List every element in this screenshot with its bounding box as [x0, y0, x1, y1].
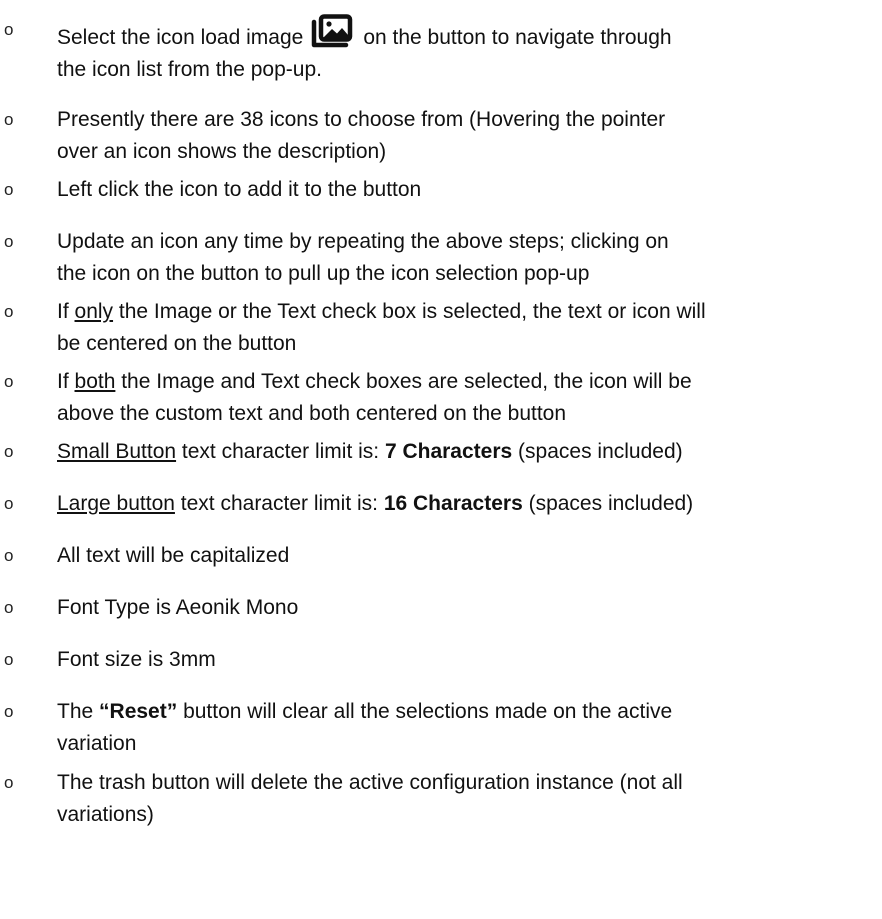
item-text-part: If	[57, 370, 75, 393]
item-text: Large button text character limit is: 16…	[57, 488, 877, 520]
quote-mark: “	[99, 700, 110, 723]
item-text: Font size is 3mm	[57, 644, 877, 676]
item-text-part: be centered on the button	[57, 332, 297, 355]
emphasis-underlined: only	[74, 300, 114, 323]
item-text-part: variations)	[57, 803, 154, 826]
emphasis-underlined: Small Button	[57, 440, 177, 463]
emphasis-bold: 7 Characters	[384, 440, 513, 463]
bullet: o	[4, 110, 14, 129]
item-text: If only the Image or the Text check box …	[57, 296, 877, 360]
bullet: o	[4, 546, 14, 565]
item-text-part: Update an icon any time by repeating the…	[57, 230, 669, 253]
image-gallery-icon	[312, 14, 353, 48]
item-text-part: text character limit is:	[176, 440, 385, 463]
item-text-part: the icon list from the pop-up.	[57, 58, 322, 81]
bullet: o	[4, 650, 14, 669]
item-text: Left click the icon to add it to the but…	[57, 174, 877, 206]
item-text: Small Button text character limit is: 7 …	[57, 436, 877, 468]
item-text-part: the Image and Text check boxes are selec…	[115, 370, 692, 393]
item-text: Update an icon any time by repeating the…	[57, 226, 877, 290]
item-text-part: Font size is 3mm	[57, 648, 216, 671]
bullet: o	[4, 702, 14, 721]
bullet: o	[4, 232, 14, 251]
quote-mark: ”	[166, 700, 178, 723]
item-text-part: the Image or the Text check box is selec…	[113, 300, 706, 323]
item-text: Font Type is Aeonik Mono	[57, 592, 877, 624]
bullet: o	[4, 773, 14, 792]
bullet: o	[4, 494, 14, 513]
item-text-part: The	[57, 700, 100, 723]
bullet: o	[4, 442, 14, 461]
bullet: o	[4, 598, 14, 617]
item-text: The “Reset” button will clear all the se…	[57, 696, 877, 760]
item-text-part: Font Type is Aeonik Mono	[57, 596, 299, 619]
item-text-part: text character limit is:	[174, 492, 384, 515]
item-text-part: If	[57, 300, 75, 323]
emphasis-underlined: Large button	[57, 492, 175, 515]
emphasis-underlined: both	[74, 370, 116, 393]
bullet: o	[4, 372, 14, 391]
bullet: o	[4, 302, 14, 321]
item-text-part: the icon on the button to pull up the ic…	[57, 262, 590, 285]
item-text-part: Left click the icon to add it to the but…	[57, 178, 422, 201]
item-text-part: variation	[57, 732, 137, 755]
item-text-part: All text will be capitalized	[57, 544, 290, 567]
item-text-part: button will clear all the selections mad…	[177, 700, 673, 723]
bullet: o	[4, 20, 14, 39]
item-text-part: on the button to navigate through	[363, 26, 672, 49]
item-text-part: Select the icon load image	[57, 26, 304, 49]
item-text-part: (spaces included)	[522, 492, 694, 515]
bullet: o	[4, 180, 14, 199]
item-text: Presently there are 38 icons to choose f…	[57, 104, 877, 168]
item-text-part: above the custom text and both centered …	[57, 402, 567, 425]
item-text-part: (spaces included)	[512, 440, 683, 463]
emphasis-bold: 16 Characters	[383, 492, 523, 515]
item-text: All text will be capitalized	[57, 540, 877, 572]
item-text-part: The trash button will delete the active …	[57, 771, 683, 794]
emphasis-bold: Reset	[109, 700, 167, 723]
item-text: If both the Image and Text check boxes a…	[57, 366, 877, 430]
item-text-part: over an icon shows the description)	[57, 140, 387, 163]
item-text: The trash button will delete the active …	[57, 767, 877, 831]
item-text: Select the icon load image on the button…	[57, 14, 877, 86]
item-text-part: Presently there are 38 icons to choose f…	[57, 108, 666, 131]
